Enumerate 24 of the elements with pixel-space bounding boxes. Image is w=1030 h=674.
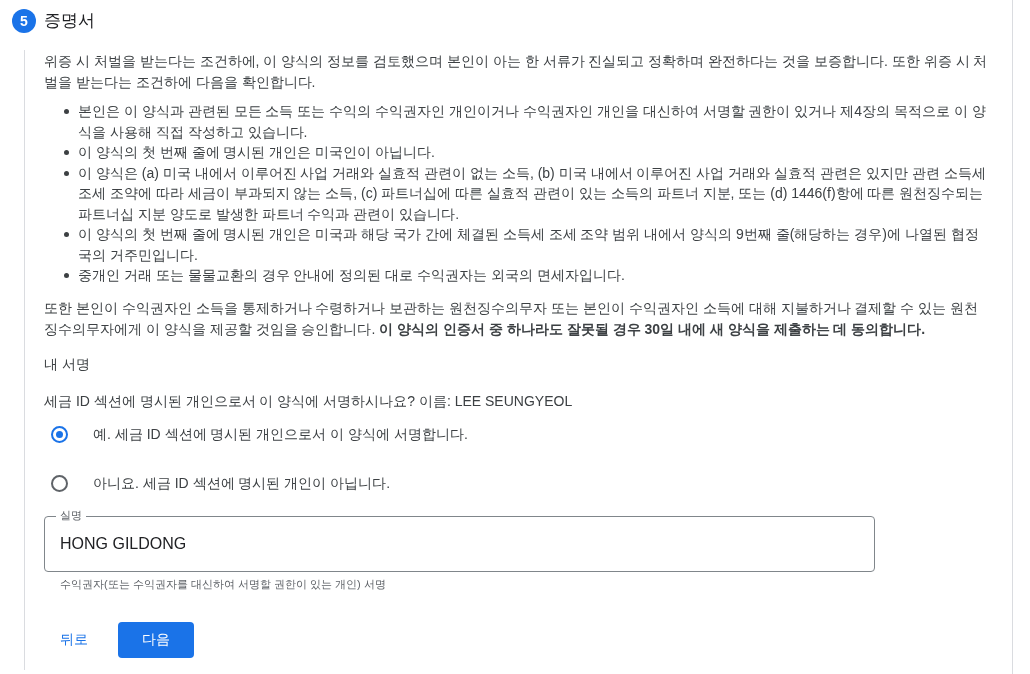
bullet-icon [64, 232, 69, 237]
certification-item: 중개인 거래 또는 물물교환의 경우 안내에 정의된 대로 수익권자는 외국의 면세자입니다. [78, 266, 625, 285]
section-title: 증명서 [44, 10, 95, 33]
bullet-icon [64, 170, 69, 176]
bullet-icon [64, 150, 69, 155]
consent-paragraph: 또한 본인이 수익권자인 소득을 통제하거나 수령하거나 보관하는 원천징수의무자 또는 본인이 수익권자인 소득에 대해 지불하거나 결제할 수 있는 원천징수의무자에게 이 양식을 제공할 것임을 승인합니다. 이 양식의 인증서 중 하나라도 잘못될 경우 30일 내에 새 양식을 제출하는 데 동의합니다. [44, 298, 980, 339]
back-button[interactable]: 뒤로 [44, 621, 104, 658]
signature-heading: 내 서명 [44, 354, 91, 374]
signature-question: 세금 ID 섹션에 명시된 개인으로서 이 양식에 서명하시나요? 이름: LEE SEUNGYEOL [44, 391, 574, 411]
certification-item: 이 양식의 첫 번째 줄에 명시된 개인은 미국과 해당 국가 간에 체결된 소득세 조세 조약 범위 내에서 양식의 9번째 줄(해당하는 경우)에 나열된 협정국의 거주민입니다. [78, 225, 980, 265]
bullet-icon [64, 273, 69, 278]
certification-item: 이 양식은 (a) 미국 내에서 이루어진 사업 거래와 실효적 관련이 없는 소득, (b) 미국 내에서 이루어진 사업 거래와 실효적 관련은 있지만 관련 소득세 조세 조약에 따라 세금이 부과되지 않는 소득, (c) 파트너십에 따른 실효적 관련이 있는 소득의 파트너 지분, 또는 (d) 1446(f)항에 따른 원천징수되는 파트너십 지분 양도로 발생한 파트너 수익과 관련이 있습니다. [78, 163, 987, 224]
bullet-icon [64, 109, 69, 114]
radio-label: 아니요. 세금 ID 섹션에 명시된 개인이 아닙니다. [93, 474, 391, 493]
intro-paragraph: 위증 시 처벌을 받는다는 조건하에, 이 양식의 정보를 검토했으며 본인이 아는 한 서류가 진실되고 정확하며 완전하다는 것을 보증합니다. 또한 위증 시 처벌을 받는다는 조건하에 다음을 확인합니다. [44, 52, 989, 92]
radio-label: 예. 세금 ID 섹션에 명시된 개인으로서 이 양식에 서명합니다. [93, 425, 468, 444]
field-helper-text: 수익권자(또는 수익권자를 대신하여 서명할 권한이 있는 개인) 서명 [59, 576, 387, 592]
step-number-badge: 5 [12, 9, 36, 33]
next-button[interactable]: 다음 [118, 621, 194, 658]
radio-button[interactable] [51, 426, 68, 443]
certification-item: 본인은 이 양식과 관련된 모든 소득 또는 수익의 수익권자인 개인이거나 수익권자인 개인을 대신하여 서명할 권한이 있거나 제4장의 목적으로 이 양식을 사용해 직접 작성하고 있습니다. [78, 102, 987, 142]
field-label: 실명 [56, 507, 86, 522]
certification-item: 이 양식의 첫 번째 줄에 명시된 개인은 미국인이 아닙니다. [78, 143, 435, 162]
radio-button[interactable] [51, 475, 68, 492]
